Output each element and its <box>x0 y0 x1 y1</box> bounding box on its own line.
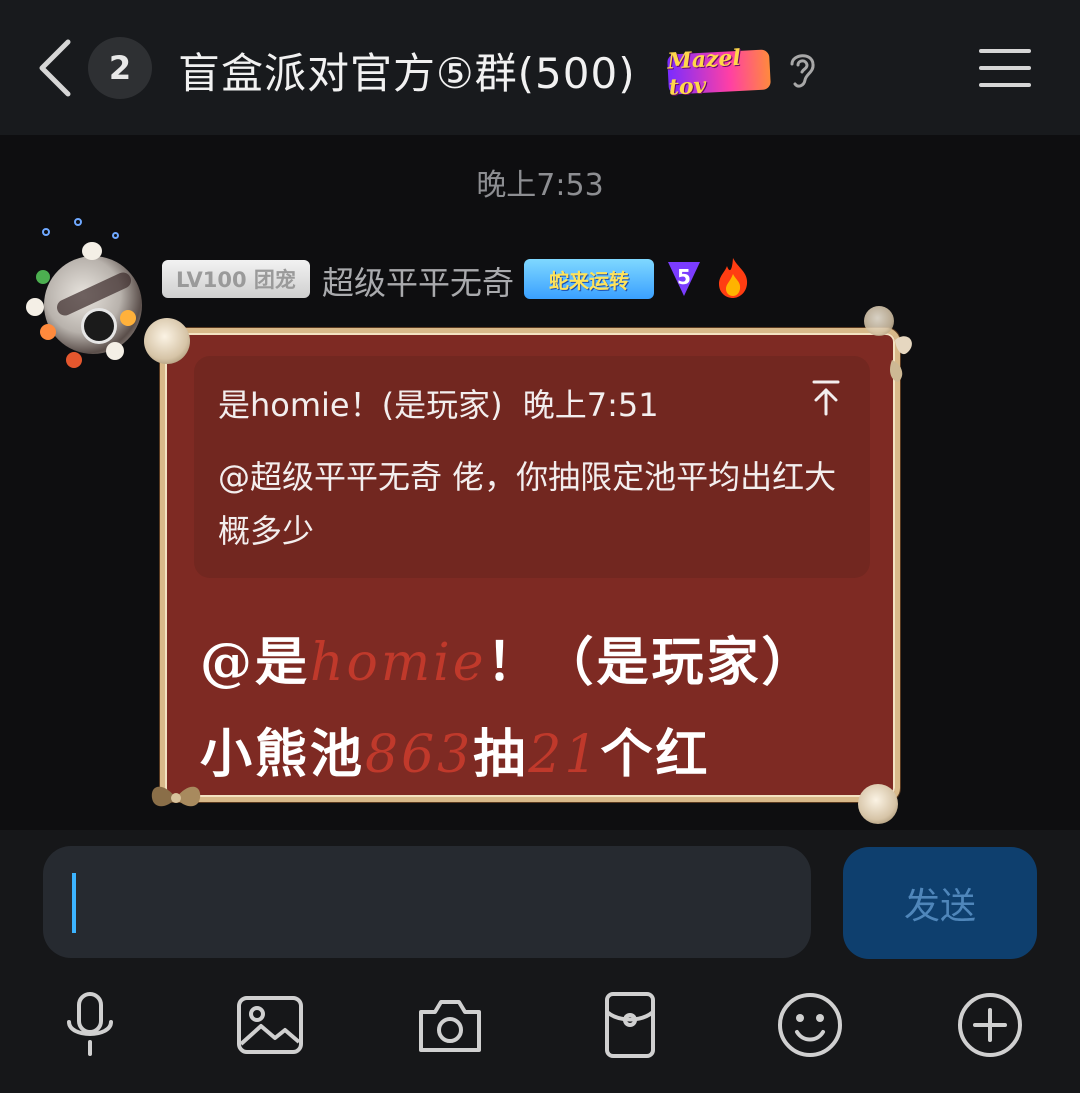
bow-decoration <box>890 336 912 382</box>
menu-icon[interactable] <box>978 46 1032 90</box>
mention-prefix: @是 <box>200 632 311 693</box>
avatar-decoration <box>40 324 56 340</box>
reply-text-b: 抽 <box>473 724 529 785</box>
jump-to-top-icon[interactable] <box>808 378 844 418</box>
unread-count-badge[interactable]: 2 <box>88 37 152 99</box>
quote-time: 晚上7:51 <box>522 386 659 424</box>
reply-line-1: @是homie！（是玩家） <box>200 620 817 695</box>
group-title[interactable]: 盲盒派对官方⑤群(500) <box>178 40 636 101</box>
fire-icon <box>719 258 748 298</box>
avatar-decoration <box>106 342 124 360</box>
quote-header: 是homie！(是玩家) 晚上7:51 <box>218 380 659 426</box>
avatar-decoration <box>42 228 50 236</box>
group-tag-badge: Mazel tov <box>667 45 771 101</box>
svg-text:5: 5 <box>677 265 691 289</box>
reply-text-c: 个红 <box>600 724 711 785</box>
rose-decoration <box>144 318 190 364</box>
red-count: 21 <box>528 725 601 785</box>
camera-icon[interactable] <box>415 990 485 1060</box>
mention-highlight: homie <box>310 633 487 693</box>
avatar-decoration <box>36 270 50 284</box>
avatar-decoration <box>112 232 119 239</box>
reply-line-2: 小熊池863抽21个红 <box>200 712 710 787</box>
reply-text-a: 小熊池 <box>200 724 366 785</box>
avatar-decoration <box>74 218 82 226</box>
avatar-image <box>44 256 142 354</box>
level-badge: LV100 团宠 <box>162 260 310 298</box>
avatar[interactable] <box>22 218 152 368</box>
emoji-icon[interactable] <box>775 990 845 1060</box>
chat-screen: 2 盲盒派对官方⑤群(500) Mazel tov 晚上7:53 LV100 团… <box>0 0 1080 1093</box>
avatar-decoration <box>66 352 82 368</box>
draw-count: 863 <box>365 725 474 785</box>
time-divider: 晚上7:53 <box>476 168 604 203</box>
wallet-icon[interactable] <box>595 990 665 1060</box>
message-input[interactable] <box>43 846 811 958</box>
mic-icon[interactable] <box>55 990 125 1060</box>
avatar-decoration <box>26 298 44 316</box>
chat-header: 2 盲盒派对官方⑤群(500) Mazel tov <box>0 0 1080 135</box>
medal-icon: 5 <box>668 262 700 296</box>
avatar-decoration <box>82 242 102 260</box>
ear-icon[interactable] <box>786 48 818 92</box>
sender-name[interactable]: 超级平平无奇 <box>322 258 514 304</box>
title-badge: 蛇来运转 <box>524 259 654 299</box>
text-cursor <box>72 873 76 933</box>
quote-text: @超级平平无奇 佬，你抽限定池平均出红大概多少 <box>218 458 837 550</box>
mention-suffix: ！（是玩家） <box>486 632 817 693</box>
quote-author: 是homie！(是玩家) <box>218 386 503 424</box>
send-button[interactable]: 发送 <box>843 847 1037 959</box>
back-icon[interactable] <box>30 36 80 100</box>
image-icon[interactable] <box>235 990 305 1060</box>
avatar-decoration <box>120 310 136 326</box>
plus-icon[interactable] <box>955 990 1025 1060</box>
bow-decoration <box>151 786 201 807</box>
rose-decoration <box>858 784 898 824</box>
